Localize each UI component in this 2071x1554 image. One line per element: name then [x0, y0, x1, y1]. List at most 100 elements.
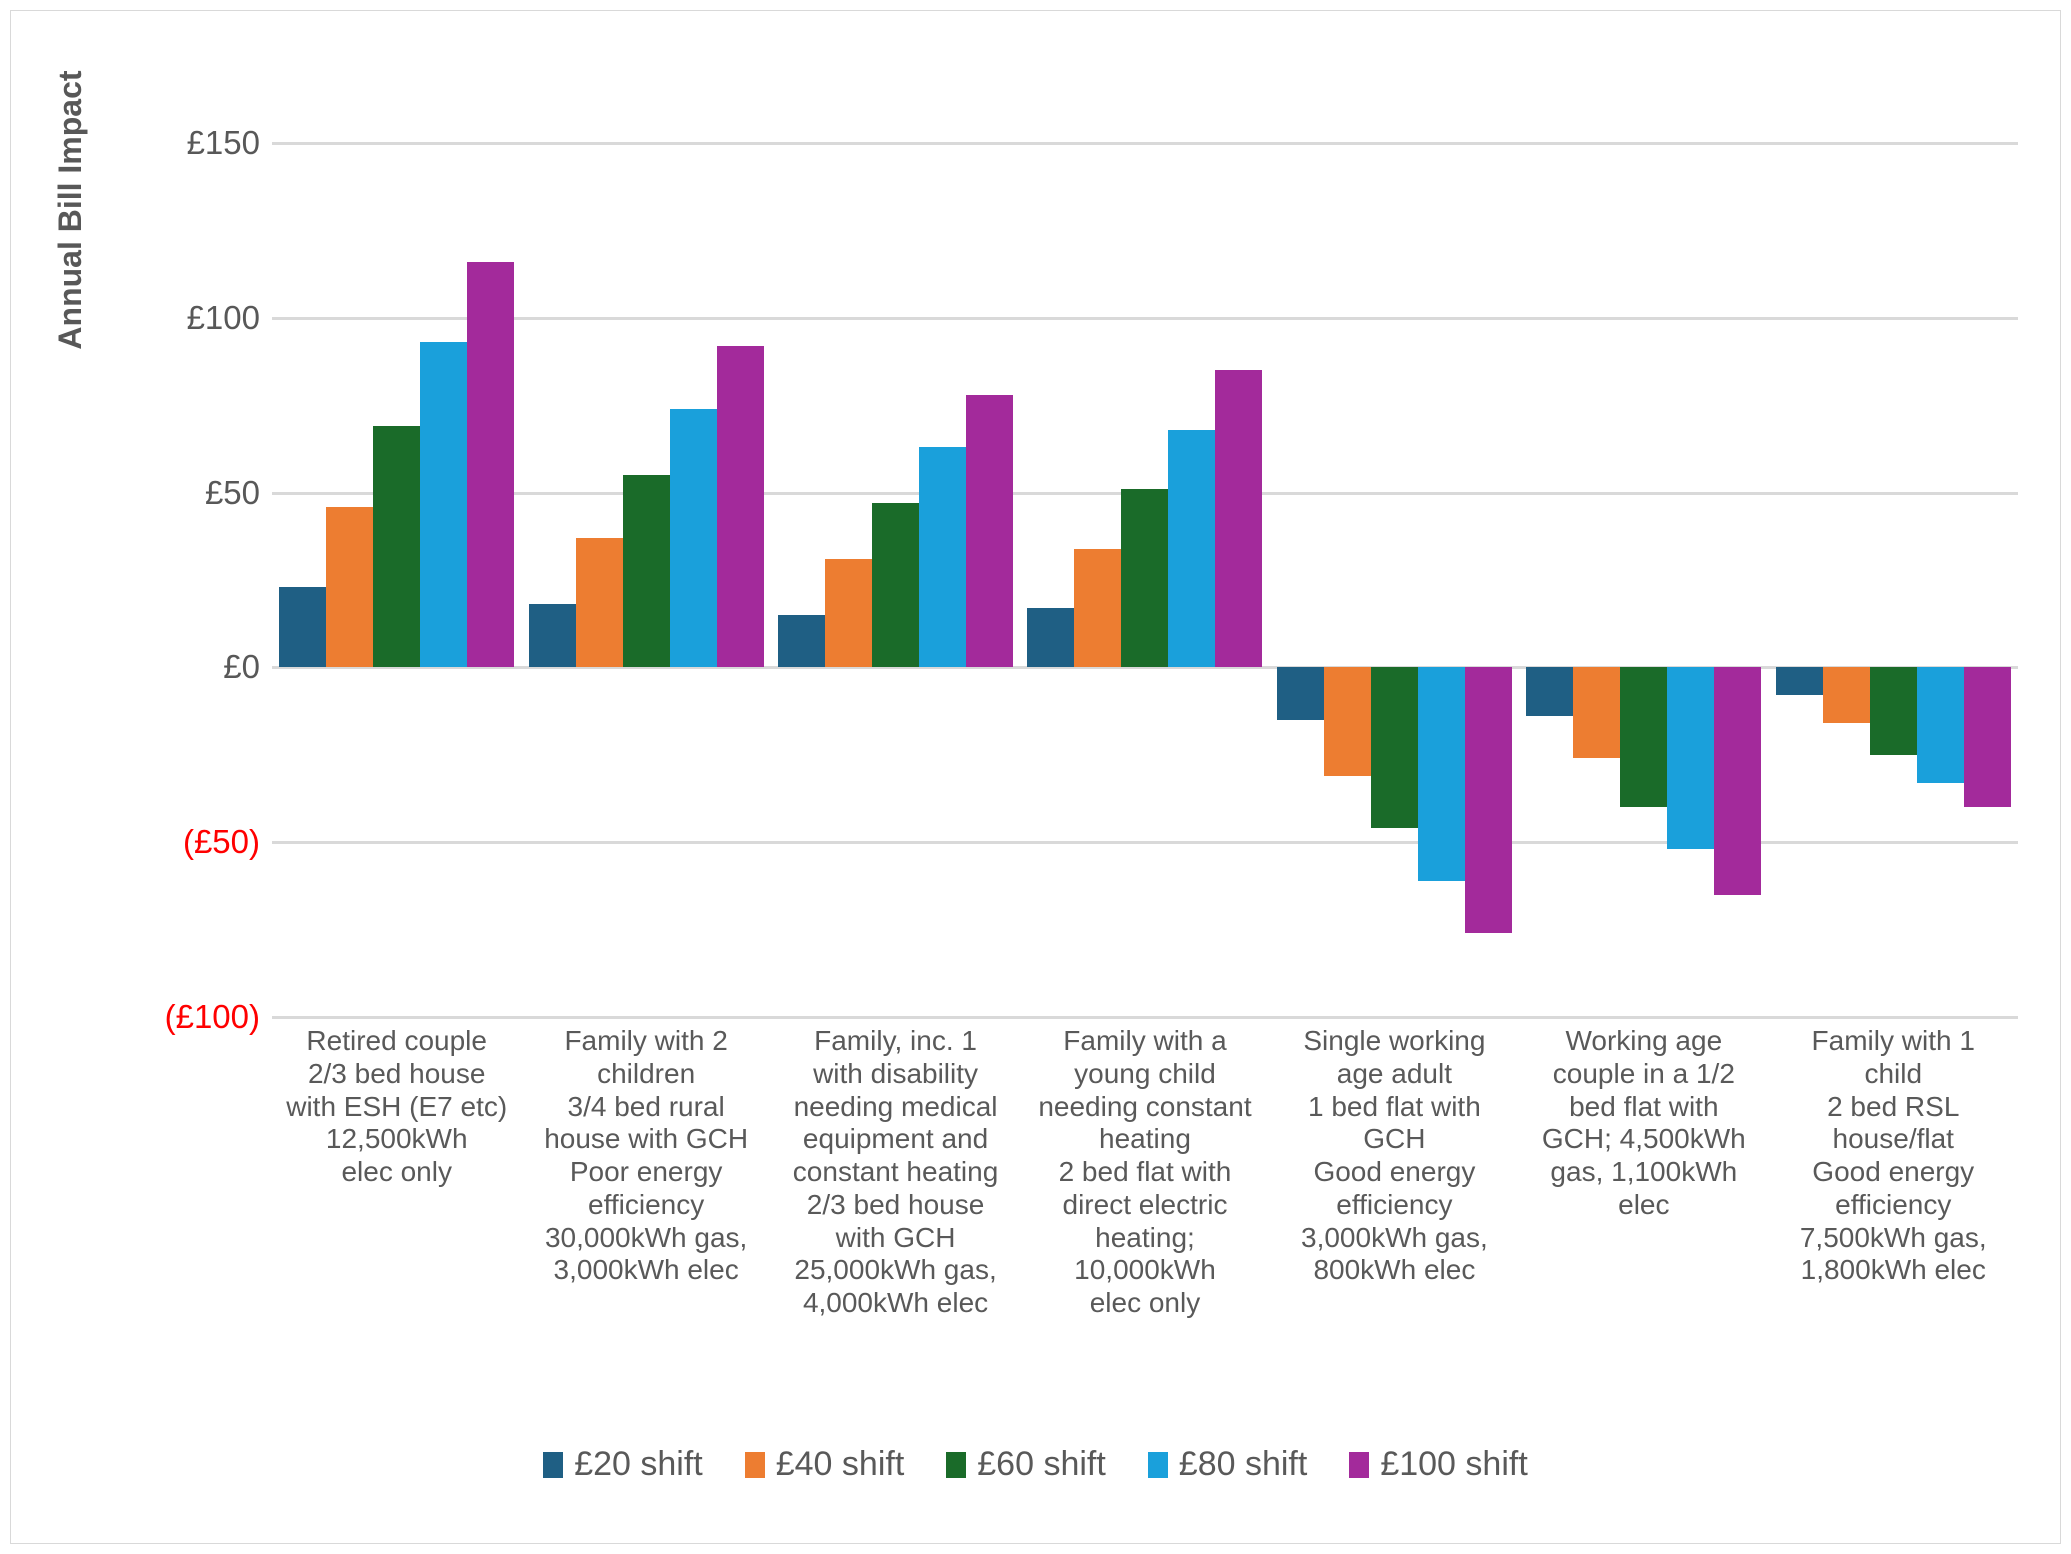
bar-group [1270, 143, 1519, 1017]
bar[interactable] [966, 394, 1014, 668]
bar[interactable] [1869, 667, 1917, 755]
bar-slot [1573, 143, 1621, 1017]
bar[interactable] [1775, 667, 1823, 696]
bar[interactable] [1417, 667, 1465, 881]
bar-slot [669, 143, 717, 1017]
bar[interactable] [778, 614, 826, 668]
bar[interactable] [1168, 429, 1216, 668]
bar[interactable] [919, 447, 967, 668]
bar-slot [1775, 143, 1823, 1017]
bar-slot [1464, 143, 1512, 1017]
bar[interactable] [1620, 667, 1668, 808]
bar-groups [272, 143, 2018, 1017]
bar[interactable] [1276, 667, 1324, 720]
bar-slot [467, 143, 515, 1017]
bar[interactable] [716, 345, 764, 668]
bar[interactable] [1667, 667, 1715, 850]
bar[interactable] [1323, 667, 1371, 776]
bar-slot [575, 143, 623, 1017]
bar-group [1769, 143, 2018, 1017]
bar[interactable] [622, 475, 670, 668]
legend-label: £20 shift [574, 1445, 703, 1483]
y-axis-title: Annual Bill Impact [52, 70, 88, 350]
y-tick-label: (£100) [164, 998, 260, 1035]
x-axis-label: Family with a young child needing consta… [1038, 1025, 1252, 1318]
bar-slot [778, 143, 826, 1017]
bar[interactable] [1464, 667, 1512, 934]
bar[interactable] [326, 506, 374, 668]
plot-area [272, 142, 2018, 1019]
bar[interactable] [373, 426, 421, 668]
bar[interactable] [825, 559, 873, 668]
bar-slot [825, 143, 873, 1017]
x-axis-label: Retired couple 2/3 bed house with ESH (E… [286, 1025, 508, 1187]
bar-group [521, 143, 770, 1017]
bar[interactable] [467, 261, 515, 668]
legend-swatch-icon [1349, 1451, 1370, 1478]
bar[interactable] [1074, 548, 1122, 668]
bar-slot [1620, 143, 1668, 1017]
x-axis-label: Single working age adult 1 bed flat with… [1301, 1025, 1488, 1286]
bar-slot [622, 143, 670, 1017]
bar[interactable] [1963, 667, 2011, 808]
y-axis-tick-labels: £150 £100 £50 £0 (£50) (£100) [100, 0, 260, 1554]
bar[interactable] [669, 408, 717, 668]
bar-slot [1370, 143, 1418, 1017]
bar[interactable] [1370, 667, 1418, 829]
bar-slot [1074, 143, 1122, 1017]
bar-slot [1027, 143, 1075, 1017]
legend-swatch-icon [744, 1451, 765, 1478]
bar-slot [420, 143, 468, 1017]
bar[interactable] [528, 604, 576, 668]
x-axis-category-labels: Retired couple 2/3 bed house with ESH (E… [272, 1025, 2018, 1320]
bar[interactable] [872, 503, 920, 668]
bar[interactable] [1121, 489, 1169, 668]
bar-slot [1323, 143, 1371, 1017]
chart-page: Annual Bill Impact £150 £100 £50 £0 (£50) (£1… [0, 0, 2071, 1554]
bar-set [1270, 143, 1519, 1017]
bar-slot [872, 143, 920, 1017]
bar-slot [373, 143, 421, 1017]
bar-slot [1417, 143, 1465, 1017]
bar-slot [1526, 143, 1574, 1017]
bar-set [1020, 143, 1269, 1017]
bar-slot [1822, 143, 1870, 1017]
x-axis-label: Family with 2 children 3/4 bed rural hou… [544, 1025, 749, 1286]
bar[interactable] [1714, 667, 1762, 895]
x-axis-label: Family, inc. 1 with disability needing m… [792, 1025, 999, 1318]
legend-swatch-icon [946, 1451, 967, 1478]
legend-item[interactable]: £20 shift [543, 1445, 703, 1484]
bar-slot [1168, 143, 1216, 1017]
bar-slot [1714, 143, 1762, 1017]
legend-item[interactable]: £100 shift [1349, 1445, 1528, 1484]
bar-slot [1916, 143, 1964, 1017]
bar[interactable] [1573, 667, 1621, 759]
bar[interactable] [1526, 667, 1574, 717]
bar-set [771, 143, 1020, 1017]
legend-item[interactable]: £60 shift [946, 1445, 1106, 1484]
bar-slot [1276, 143, 1324, 1017]
bar[interactable] [1215, 370, 1263, 668]
bar-slot [919, 143, 967, 1017]
bar[interactable] [420, 342, 468, 668]
legend-label: £40 shift [775, 1445, 905, 1483]
bar[interactable] [279, 586, 327, 668]
bar-slot [716, 143, 764, 1017]
bar-slot [326, 143, 374, 1017]
bar-slot [1121, 143, 1169, 1017]
bar-set [1769, 143, 2018, 1017]
bar[interactable] [575, 538, 623, 668]
bar-slot [279, 143, 327, 1017]
legend-item[interactable]: £40 shift [744, 1445, 905, 1484]
legend-item[interactable]: £80 shift [1147, 1445, 1307, 1484]
bar-group [771, 143, 1020, 1017]
y-tick-label: £0 [223, 648, 260, 686]
bar-slot [1667, 143, 1715, 1017]
bar-group [272, 143, 521, 1017]
bar[interactable] [1916, 667, 1964, 783]
bar[interactable] [1822, 667, 1870, 724]
legend-label: £100 shift [1380, 1445, 1528, 1483]
x-axis-label: Family with 1 child 2 bed RSL house/flat… [1799, 1025, 1987, 1286]
bar[interactable] [1027, 607, 1075, 668]
y-tick-label: £150 [186, 124, 260, 161]
